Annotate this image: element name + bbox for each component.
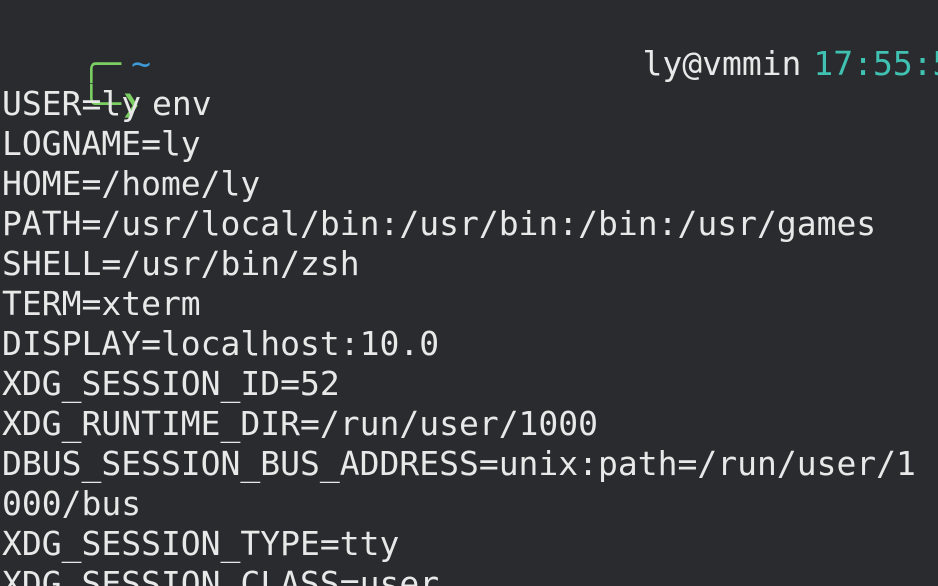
terminal-window[interactable]: ╭─~ ly@vmmin 17:55:56 ╰─❯env USER=ly LOGN… [0, 0, 938, 586]
output-line: XDG_SESSION_TYPE=tty [2, 524, 400, 563]
prompt-input-line[interactable]: ╰─❯ env [2, 44, 211, 123]
output-line: TERM=xterm [2, 284, 201, 323]
prompt-top-line: ╭─ ~ [2, 4, 151, 83]
output-line: XDG_SESSION_ID=52 [2, 364, 340, 403]
command-output: USER=ly LOGNAME=ly HOME=/home/ly PATH=/u… [2, 84, 916, 586]
output-line: DBUS_SESSION_BUS_ADDRESS=unix:path=/run/… [2, 444, 916, 483]
prompt-time: 17:55:56 [813, 44, 938, 83]
output-line: SHELL=/usr/bin/zsh [2, 244, 360, 283]
output-line: LOGNAME=ly [2, 124, 201, 163]
output-line: PATH=/usr/local/bin:/usr/bin:/bin:/usr/g… [2, 204, 877, 243]
output-line: XDG_SESSION_CLASS=user [2, 564, 440, 586]
output-line: USER=ly [2, 84, 142, 123]
user-host: ly@vmmin [642, 44, 802, 83]
output-line: DISPLAY=localhost:10.0 [2, 324, 440, 363]
output-line: HOME=/home/ly [2, 164, 261, 203]
output-line: XDG_RUNTIME_DIR=/run/user/1000 [2, 404, 599, 443]
output-line: 000/bus [2, 484, 142, 523]
